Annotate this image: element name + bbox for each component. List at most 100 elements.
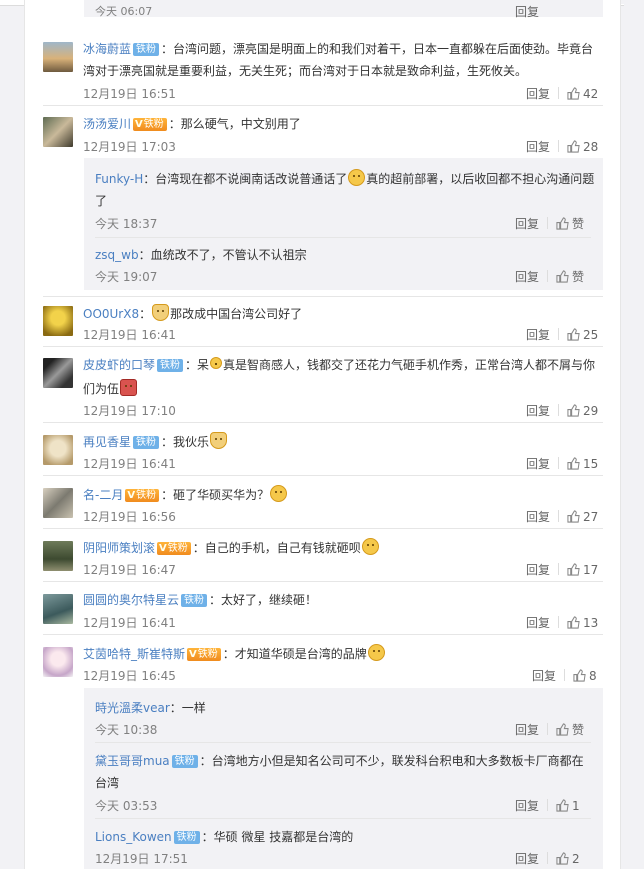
username[interactable]: 冰海蔚蓝 — [83, 42, 131, 56]
sub-reply-5-line1: Lions_Kowen 铁粉 ：华硕 微星 技嘉都是台湾的 — [95, 830, 354, 844]
thumb-up-icon — [556, 723, 569, 736]
like-count[interactable]: 15 — [583, 457, 598, 471]
thinking-emoji-icon — [270, 485, 288, 502]
avatar[interactable] — [43, 435, 73, 465]
comment-4-line1: 皮皮虾的口琴 铁粉 ：呆 真是智商感人，钱都交了还花力气砸手机作秀，正常台湾人都不屑与… — [83, 357, 596, 372]
reply-button[interactable]: 回复 17 — [526, 561, 598, 578]
comment-3-line1: OO0UrX8： 那改成中国台湾公司好了 — [83, 304, 302, 322]
sub-reply-text-line2: 台湾 — [95, 776, 120, 790]
comment-text-line2: 湾对于漂亮国就是重要利益，无关生死；而台湾对于日本就是致命利益，生死攸关。 — [83, 64, 528, 78]
username[interactable]: OO0UrX8 — [83, 307, 139, 321]
gold-fan-badge: V铁粉 — [157, 542, 191, 555]
avatar[interactable] — [43, 647, 73, 677]
like-count[interactable]: 17 — [583, 563, 598, 577]
reply-button[interactable]: 回复 13 — [526, 614, 598, 631]
like-count[interactable]: 29 — [583, 404, 598, 418]
username[interactable]: zsq_wb — [95, 248, 139, 262]
username[interactable]: 艾茵哈特_斯崔特斯 — [83, 647, 185, 661]
username[interactable]: 汤汤爱川 — [83, 117, 131, 131]
username[interactable]: 黛玉哥哥mua — [95, 754, 170, 768]
iron-fan-badge: 铁粉 — [173, 831, 200, 844]
reply-button[interactable]: 回复赞 — [515, 721, 584, 738]
like-count[interactable]: 28 — [583, 140, 598, 154]
like-count[interactable]: 25 — [583, 328, 598, 342]
like-count[interactable]: 8 — [589, 669, 597, 683]
like-count[interactable]: 1 — [572, 799, 580, 813]
partial-reply-button[interactable]: 回复 — [515, 3, 539, 20]
avatar[interactable] — [43, 117, 73, 147]
reply-button[interactable]: 回复 1 — [515, 797, 580, 814]
reply-button[interactable]: 回复 27 — [526, 508, 598, 525]
avatar[interactable] — [43, 488, 73, 518]
avatar[interactable] — [43, 306, 73, 336]
divider — [43, 634, 603, 635]
like-count[interactable]: 27 — [583, 510, 598, 524]
username[interactable]: 圆圆的奥尔特星云 — [83, 593, 179, 607]
sub-reply-4-line1: 黛玉哥哥mua 铁粉 ：台湾地方小但是知名公司可不少，联发科台积电和大多数板卡厂商都… — [95, 754, 584, 768]
thumb-up-icon — [573, 669, 586, 682]
username[interactable]: 皮皮虾的口琴 — [83, 358, 155, 372]
iron-fan-badge: 铁粉 — [181, 594, 208, 607]
divider — [43, 296, 603, 297]
avatar[interactable] — [43, 541, 73, 571]
comment-text: ：那么硬气，中文别用了 — [168, 117, 301, 131]
username[interactable]: Funky-H — [95, 172, 143, 186]
reply-button[interactable]: 回复 29 — [526, 402, 598, 419]
like-count[interactable]: 2 — [572, 852, 580, 866]
dog-emoji-icon — [152, 304, 170, 321]
like-label[interactable]: 赞 — [572, 217, 584, 231]
divider — [558, 87, 560, 99]
username[interactable]: 時光溫柔vear — [95, 701, 170, 715]
partial-time: 今天 06:07 — [95, 5, 153, 18]
reply-button[interactable]: 回复赞 — [515, 215, 584, 232]
reply-button[interactable]: 回复 15 — [526, 455, 598, 472]
iron-fan-badge: 铁粉 — [133, 43, 160, 56]
iron-fan-badge: 铁粉 — [157, 359, 184, 372]
thumb-up-icon — [556, 270, 569, 283]
reply-button[interactable]: 回复 8 — [532, 667, 597, 684]
like-label[interactable]: 赞 — [572, 723, 584, 737]
thumb-up-icon — [567, 616, 580, 629]
sub-reply-1-line1: Funky-H：台湾现在都不说闽南话改说普通话了 真的超前部署，以后收回都不担心沟… — [95, 169, 594, 187]
comment-time: 12月19日 16:45 — [83, 669, 176, 683]
reply-button[interactable]: 回复 2 — [515, 850, 580, 867]
comment-2-line1: 汤汤爱川 V铁粉 ：那么硬气，中文别用了 — [83, 115, 301, 132]
iron-fan-badge: 铁粉 — [133, 436, 160, 449]
smirk-emoji-icon — [361, 538, 379, 555]
comment-text-line2: 们为伍 — [83, 379, 138, 397]
comment-time: 12月19日 16:56 — [83, 510, 176, 524]
username[interactable]: Lions_Kowen — [95, 830, 172, 844]
thumb-up-icon — [567, 457, 580, 470]
dog-emoji-icon — [210, 432, 228, 449]
comment-time: 12月19日 16:47 — [83, 563, 176, 577]
divider — [43, 346, 603, 347]
divider — [43, 475, 603, 476]
username[interactable]: 再见香星 — [83, 435, 131, 449]
username[interactable]: 名-二月 — [83, 488, 123, 502]
comment-6-line1: 名-二月 V铁粉 ：砸了华硕买华为？ — [83, 485, 288, 503]
reply-button[interactable]: 回复 25 — [526, 326, 598, 343]
moneybag-emoji-icon — [120, 379, 138, 396]
comment-5-line1: 再见香星 铁粉 ：我伙乐 — [83, 432, 228, 450]
username[interactable]: 阴阳师策划滚 — [83, 541, 155, 555]
reply-button[interactable]: 回复 28 — [526, 138, 598, 155]
divider — [95, 237, 591, 238]
small-emoji-icon — [210, 357, 223, 369]
like-label[interactable]: 赞 — [572, 270, 584, 284]
sub-reply-time: 今天 18:37 — [95, 217, 158, 231]
avatar[interactable] — [43, 358, 73, 388]
thumb-up-icon — [556, 217, 569, 230]
thumb-up-icon — [567, 404, 580, 417]
thumb-up-icon — [567, 510, 580, 523]
gold-fan-badge: V铁粉 — [125, 489, 160, 502]
reply-button[interactable]: 回复 42 — [526, 85, 598, 102]
divider — [43, 422, 603, 423]
comment-time: 12月19日 16:51 — [83, 87, 176, 101]
like-count[interactable]: 42 — [583, 87, 598, 101]
gold-fan-badge: V铁粉 — [133, 118, 167, 131]
avatar[interactable] — [43, 594, 73, 624]
comment-time: 12月19日 16:41 — [83, 328, 176, 342]
avatar[interactable] — [43, 42, 73, 72]
like-count[interactable]: 13 — [583, 616, 598, 630]
reply-button[interactable]: 回复赞 — [515, 268, 584, 285]
